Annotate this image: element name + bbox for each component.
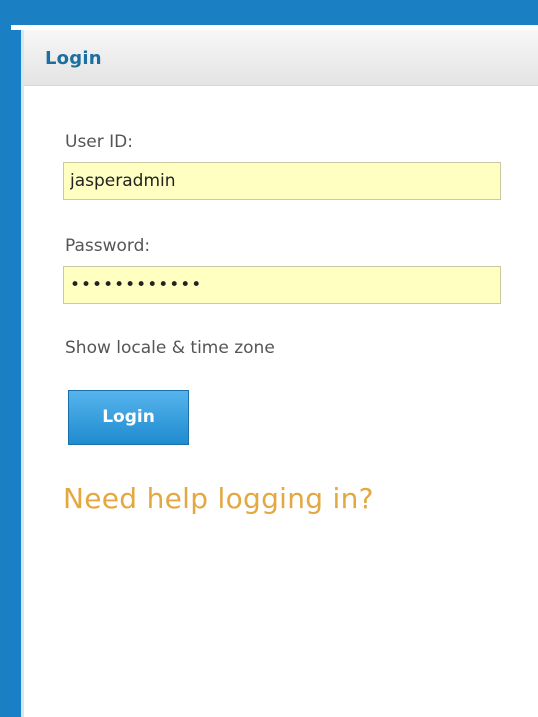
login-window: Login User ID: Password: Show locale & t… bbox=[0, 0, 538, 717]
left-border-inner bbox=[11, 30, 21, 717]
login-panel-header: Login bbox=[24, 30, 538, 86]
password-label: Password: bbox=[65, 236, 151, 256]
left-border bbox=[0, 25, 11, 717]
userid-label: User ID: bbox=[65, 132, 133, 152]
panel-title: Login bbox=[45, 48, 102, 69]
password-input[interactable] bbox=[63, 266, 501, 304]
login-button[interactable]: Login bbox=[68, 390, 189, 445]
userid-input[interactable] bbox=[63, 162, 501, 200]
left-border-highlight bbox=[21, 30, 24, 717]
help-login-link[interactable]: Need help logging in? bbox=[63, 482, 374, 515]
show-locale-link[interactable]: Show locale & time zone bbox=[65, 338, 275, 358]
top-banner bbox=[0, 0, 538, 25]
